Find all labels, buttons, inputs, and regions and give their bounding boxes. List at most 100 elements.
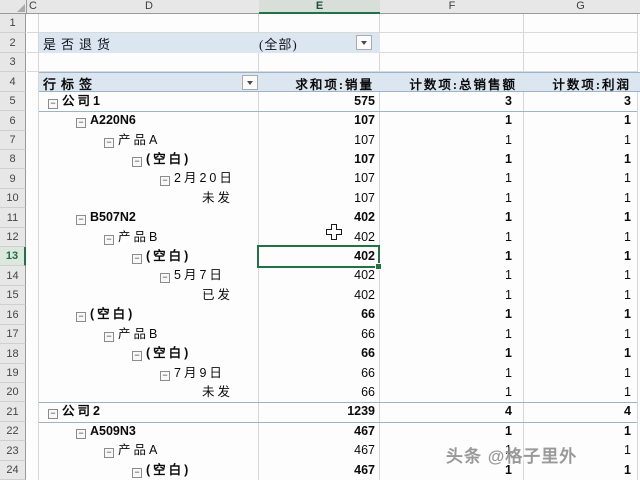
row-header-5[interactable]: 5 <box>0 92 26 111</box>
cell-D6[interactable]: −A220N6 <box>39 111 259 130</box>
collapse-button[interactable]: − <box>76 118 86 128</box>
row-header-14[interactable]: 14 <box>0 266 26 286</box>
collapse-button[interactable]: − <box>76 215 86 225</box>
cell-G22[interactable]: 1 <box>524 422 631 441</box>
cell-E23[interactable]: 467 <box>259 441 375 460</box>
row-header-16[interactable]: 16 <box>0 305 26 325</box>
collapse-button[interactable]: − <box>104 235 114 245</box>
cell-E24[interactable]: 467 <box>259 461 375 480</box>
row-header-24[interactable]: 24 <box>0 461 26 480</box>
cell-F6[interactable]: 1 <box>380 111 512 130</box>
collapse-button[interactable]: − <box>132 351 142 361</box>
cell-D13[interactable]: −(空白) <box>39 247 259 266</box>
collapse-button[interactable]: − <box>76 312 86 322</box>
collapse-button[interactable]: − <box>104 448 114 458</box>
cell-D9[interactable]: −2月20日 <box>39 169 259 188</box>
select-all-corner[interactable] <box>0 0 27 14</box>
row-header-12[interactable]: 12 <box>0 228 26 247</box>
cell-E14[interactable]: 402 <box>259 266 375 285</box>
row-header-23[interactable]: 23 <box>0 441 26 461</box>
cell-E17[interactable]: 66 <box>259 325 375 344</box>
cell-E9[interactable]: 107 <box>259 169 375 188</box>
collapse-button[interactable]: − <box>48 99 58 109</box>
fill-handle[interactable] <box>375 263 382 270</box>
cell-E20[interactable]: 66 <box>259 383 375 402</box>
cell-G18[interactable]: 1 <box>524 344 631 363</box>
cell-E10[interactable]: 107 <box>259 189 375 208</box>
cell-F18[interactable]: 1 <box>380 344 512 363</box>
cell-E21[interactable]: 1239 <box>259 402 375 421</box>
row-header-11[interactable]: 11 <box>0 208 26 228</box>
collapse-button[interactable]: − <box>48 409 58 419</box>
cell-D16[interactable]: −(空白) <box>39 305 259 324</box>
collapse-button[interactable]: − <box>132 157 142 167</box>
cell-G10[interactable]: 1 <box>524 189 631 208</box>
cell-E7[interactable]: 107 <box>259 131 375 150</box>
collapse-button[interactable]: − <box>104 332 114 342</box>
row-header-3[interactable]: 3 <box>0 53 26 72</box>
cell-E22[interactable]: 467 <box>259 422 375 441</box>
cell-D12[interactable]: −产品B <box>39 228 259 247</box>
column-header-F[interactable]: F <box>380 0 525 14</box>
row-header-19[interactable]: 19 <box>0 364 26 383</box>
cell-F17[interactable]: 1 <box>380 325 512 344</box>
value-header-count-profit[interactable]: 计数项:利润 <box>524 74 631 93</box>
column-header-D[interactable]: D <box>39 0 260 14</box>
cell-D17[interactable]: −产品B <box>39 325 259 344</box>
row-header-7[interactable]: 7 <box>0 131 26 150</box>
cell-G13[interactable]: 1 <box>524 247 631 266</box>
row-header-17[interactable]: 17 <box>0 325 26 344</box>
collapse-button[interactable]: − <box>76 429 86 439</box>
cell-D8[interactable]: −(空白) <box>39 150 259 169</box>
cell-G14[interactable]: 1 <box>524 266 631 285</box>
row-header-15[interactable]: 15 <box>0 286 26 305</box>
cell-G12[interactable]: 1 <box>524 228 631 247</box>
cell-D22[interactable]: −A509N3 <box>39 422 259 441</box>
row-header-13[interactable]: 13 <box>0 247 26 266</box>
cell-E18[interactable]: 66 <box>259 344 375 363</box>
column-header-G[interactable]: G <box>524 0 638 14</box>
row-header-21[interactable]: 21 <box>0 402 26 422</box>
cell-G5[interactable]: 3 <box>524 92 631 111</box>
cell-F16[interactable]: 1 <box>380 305 512 324</box>
row-labels-filter-button[interactable] <box>242 75 258 90</box>
row-header-18[interactable]: 18 <box>0 344 26 364</box>
cell-E15[interactable]: 402 <box>259 286 375 305</box>
cell-D15[interactable]: 已发 <box>39 286 259 305</box>
cell-G21[interactable]: 4 <box>524 402 631 421</box>
cell-F5[interactable]: 3 <box>380 92 512 111</box>
cell-F10[interactable]: 1 <box>380 189 512 208</box>
row-header-8[interactable]: 8 <box>0 150 26 169</box>
cell-D19[interactable]: −7月9日 <box>39 364 259 383</box>
cell-F12[interactable]: 1 <box>380 228 512 247</box>
cell-F11[interactable]: 1 <box>380 208 512 227</box>
collapse-button[interactable]: − <box>160 176 170 186</box>
cell-F21[interactable]: 4 <box>380 402 512 421</box>
cell-E19[interactable]: 66 <box>259 364 375 383</box>
cell-D10[interactable]: 未发 <box>39 189 259 208</box>
collapse-button[interactable]: − <box>132 254 142 264</box>
cell-F19[interactable]: 1 <box>380 364 512 383</box>
collapse-button[interactable]: − <box>132 468 142 478</box>
row-header-1[interactable]: 1 <box>0 14 26 33</box>
cell-G11[interactable]: 1 <box>524 208 631 227</box>
cell-D5[interactable]: −公司1 <box>39 92 259 111</box>
column-header-E[interactable]: E <box>259 0 381 14</box>
cell-G16[interactable]: 1 <box>524 305 631 324</box>
collapse-button[interactable]: − <box>104 138 114 148</box>
row-header-2[interactable]: 2 <box>0 33 26 53</box>
cell-E8[interactable]: 107 <box>259 150 375 169</box>
row-header-20[interactable]: 20 <box>0 383 26 402</box>
cell-D14[interactable]: −5月7日 <box>39 266 259 285</box>
row-header-9[interactable]: 9 <box>0 169 26 189</box>
collapse-button[interactable]: − <box>160 371 170 381</box>
cell-G15[interactable]: 1 <box>524 286 631 305</box>
cell-F8[interactable]: 1 <box>380 150 512 169</box>
cell-F15[interactable]: 1 <box>380 286 512 305</box>
cell-D18[interactable]: −(空白) <box>39 344 259 363</box>
cell-G6[interactable]: 1 <box>524 111 631 130</box>
cell-G19[interactable]: 1 <box>524 364 631 383</box>
cell-G8[interactable]: 1 <box>524 150 631 169</box>
cell-D11[interactable]: −B507N2 <box>39 208 259 227</box>
cell-D20[interactable]: 未发 <box>39 383 259 402</box>
